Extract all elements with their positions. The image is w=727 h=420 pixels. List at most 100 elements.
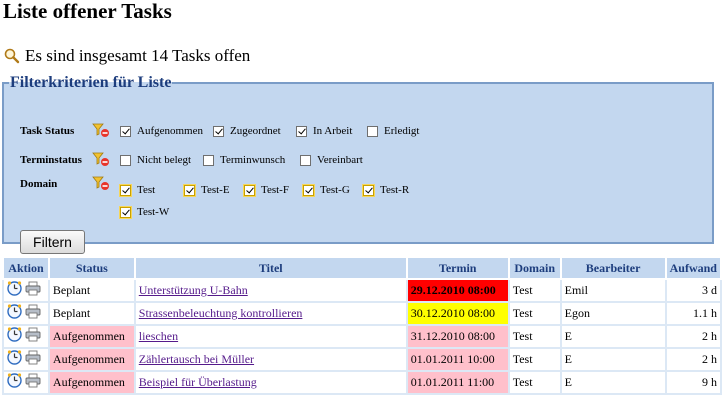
- task-link[interactable]: Beispiel für Überlastung: [139, 375, 257, 389]
- printer-icon[interactable]: [25, 281, 41, 300]
- checkbox-box[interactable]: [203, 154, 214, 166]
- row-domain: Test: [507, 324, 562, 349]
- printer-icon[interactable]: [25, 327, 41, 346]
- checkbox-vereinbart[interactable]: Vereinbart: [300, 154, 363, 166]
- checkbox-label: Test-G: [320, 184, 350, 196]
- magnifier-icon: [3, 47, 21, 65]
- row-actions: [2, 278, 50, 303]
- table-row: Aufgenommen Beispiel für Überlastung 01.01…: [2, 370, 723, 395]
- task-status-label: Task Status: [20, 125, 75, 137]
- row-status: Aufgenommen: [47, 324, 136, 349]
- row-bearbeiter: Emil: [559, 278, 667, 303]
- checkbox-label: Zugeordnet: [230, 125, 281, 137]
- checkbox-label: Nicht belegt: [137, 154, 192, 166]
- checkbox-label: Aufgenommen: [137, 125, 203, 137]
- row-status: Aufgenommen: [47, 347, 136, 372]
- printer-icon[interactable]: [25, 304, 41, 323]
- row-status: Beplant: [47, 301, 136, 326]
- clock-icon[interactable]: [7, 281, 22, 300]
- checkbox-label: Test: [137, 184, 156, 196]
- checkbox-domain-test-r[interactable]: Test-R: [363, 184, 409, 196]
- row-bearbeiter: E: [559, 347, 667, 372]
- checkbox-box[interactable]: [244, 184, 255, 196]
- task-link[interactable]: Zählertausch bei Müller: [139, 352, 254, 366]
- domain-label: Domain: [20, 178, 58, 190]
- checkbox-label: Test-R: [380, 184, 410, 196]
- checkbox-domain-test-f[interactable]: Test-F: [244, 184, 289, 196]
- checkbox-box[interactable]: [367, 125, 378, 137]
- clock-icon[interactable]: [7, 350, 22, 369]
- table-row: Beplant Strassenbeleuchtung kontrollieren…: [2, 301, 723, 326]
- table-header-row: Aktion Status Titel Termin Domain Bearbe…: [2, 256, 723, 280]
- checkbox-zugeordnet[interactable]: Zugeordnet: [213, 125, 281, 137]
- row-bearbeiter: Egon: [559, 301, 667, 326]
- checkbox-aufgenommen[interactable]: Aufgenommen: [120, 125, 203, 137]
- row-actions: [2, 370, 50, 395]
- row-actions: [2, 347, 50, 372]
- col-status: Status: [47, 256, 136, 280]
- task-table: Aktion Status Titel Termin Domain Bearbe…: [2, 256, 723, 395]
- checkbox-label: Vereinbart: [317, 154, 363, 166]
- row-titel: Strassenbeleuchtung kontrollieren: [133, 301, 408, 326]
- col-termin: Termin: [405, 256, 510, 280]
- checkbox-label: Terminwunsch: [220, 154, 286, 166]
- printer-icon[interactable]: [25, 350, 41, 369]
- checkbox-box[interactable]: [296, 125, 307, 137]
- checkbox-label: In Arbeit: [313, 125, 353, 137]
- row-titel: Unterstützung U-Bahn: [133, 278, 408, 303]
- checkbox-box[interactable]: [213, 125, 224, 137]
- clock-icon[interactable]: [7, 327, 22, 346]
- checkbox-erledigt[interactable]: Erledigt: [367, 125, 419, 137]
- filter-panel: Filterkriterien für Liste Task Status Au…: [2, 74, 714, 254]
- task-link[interactable]: Strassenbeleuchtung kontrollieren: [139, 306, 303, 320]
- clock-icon[interactable]: [7, 304, 22, 323]
- table-row: Aufgenommen Zählertausch bei Müller 01.01.…: [2, 347, 723, 372]
- row-domain: Test: [507, 278, 562, 303]
- clear-filter-icon[interactable]: [92, 175, 110, 191]
- checkbox-box[interactable]: [120, 125, 131, 137]
- checkbox-box[interactable]: [184, 184, 195, 196]
- row-bearbeiter: E: [559, 370, 667, 395]
- col-titel: Titel: [133, 256, 408, 280]
- col-domain: Domain: [507, 256, 562, 280]
- row-titel: Beispiel für Überlastung: [133, 370, 408, 395]
- row-status: Aufgenommen: [47, 370, 136, 395]
- checkbox-terminwunsch[interactable]: Terminwunsch: [203, 154, 285, 166]
- row-domain: Test: [507, 370, 562, 395]
- col-aufwand: Aufwand: [664, 256, 723, 280]
- checkbox-domain-test-g[interactable]: Test-G: [303, 184, 350, 196]
- row-termin: 29.12.2010 08:00: [405, 278, 510, 303]
- checkbox-domain-test[interactable]: Test: [120, 184, 155, 196]
- terminstatus-label: Terminstatus: [20, 154, 82, 166]
- row-aufwand: 3 d: [664, 278, 723, 303]
- checkbox-domain-test-e[interactable]: Test-E: [184, 184, 230, 196]
- clear-filter-icon[interactable]: [92, 122, 110, 138]
- checkbox-box[interactable]: [120, 154, 131, 166]
- filter-legend: Filterkriterien für Liste: [10, 74, 172, 91]
- row-aufwand: 1.1 h: [664, 301, 723, 326]
- task-link[interactable]: lieschen: [139, 329, 178, 343]
- checkbox-in-arbeit[interactable]: In Arbeit: [296, 125, 352, 137]
- checkbox-box[interactable]: [120, 206, 131, 218]
- checkbox-label: Test-F: [261, 184, 289, 196]
- checkbox-box[interactable]: [300, 154, 311, 166]
- clock-icon[interactable]: [7, 373, 22, 392]
- checkbox-domain-test-w[interactable]: Test-W: [120, 206, 169, 218]
- row-termin: 31.12.2010 08:00: [405, 324, 510, 349]
- row-domain: Test: [507, 301, 562, 326]
- checkbox-box[interactable]: [363, 184, 374, 196]
- checkbox-label: Erledigt: [384, 125, 420, 137]
- table-row: Aufgenommen lieschen 31.12.2010 08:00 Test E…: [2, 324, 723, 349]
- checkbox-box[interactable]: [303, 184, 314, 196]
- checkbox-nicht-belegt[interactable]: Nicht belegt: [120, 154, 191, 166]
- task-summary: Es sind insgesamt 14 Tasks offen: [3, 46, 250, 66]
- row-bearbeiter: E: [559, 324, 667, 349]
- checkbox-box[interactable]: [120, 184, 131, 196]
- summary-text: Es sind insgesamt 14 Tasks offen: [25, 46, 251, 65]
- row-titel: lieschen: [133, 324, 408, 349]
- printer-icon[interactable]: [25, 373, 41, 392]
- filter-submit-button[interactable]: Filtern: [20, 230, 85, 254]
- task-link[interactable]: Unterstützung U-Bahn: [139, 283, 248, 297]
- clear-filter-icon[interactable]: [92, 151, 110, 167]
- row-aufwand: 9 h: [664, 370, 723, 395]
